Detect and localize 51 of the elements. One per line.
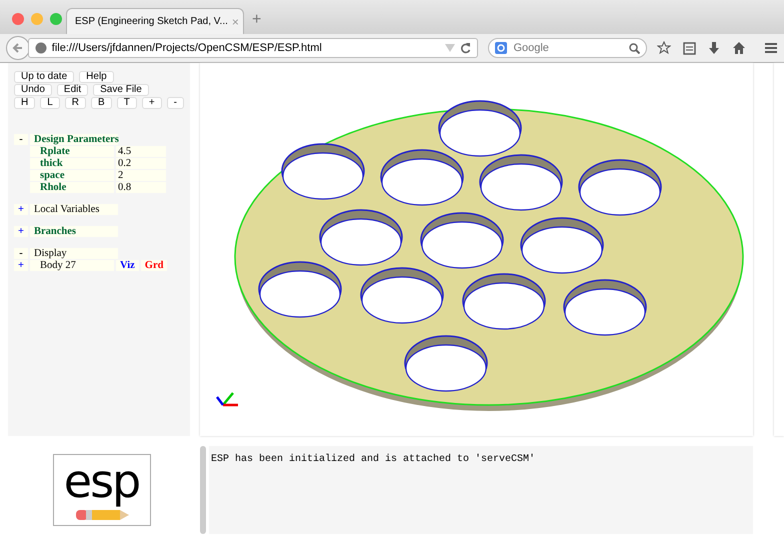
expand-toggle[interactable]: - xyxy=(14,134,28,145)
parameter-value[interactable]: 4.5 xyxy=(116,146,166,157)
toolbar-button[interactable]: R xyxy=(64,97,86,109)
toolbar-button[interactable]: Edit xyxy=(56,84,88,96)
axes-icon xyxy=(216,392,238,406)
body-name[interactable]: Body 27 xyxy=(30,260,114,271)
toolbar-button[interactable]: - xyxy=(166,97,184,109)
parameter-value[interactable]: 2 xyxy=(116,170,166,181)
expand-toggle[interactable]: + xyxy=(14,204,28,215)
back-button[interactable] xyxy=(6,36,30,60)
parameter-value[interactable]: 0.8 xyxy=(116,182,166,193)
parameter-value[interactable]: 0.2 xyxy=(116,158,166,169)
expand-toggle[interactable]: - xyxy=(14,248,28,259)
search-input[interactable]: Google xyxy=(511,41,625,55)
section-header[interactable]: Design Parameters xyxy=(30,134,118,145)
download-icon[interactable] xyxy=(708,41,720,55)
status-message: ESP has been initialized and is attached to 'serveCSM' xyxy=(209,446,753,534)
search-engine-icon[interactable] xyxy=(495,42,508,54)
clipboard-icon[interactable] xyxy=(683,41,696,55)
home-icon[interactable] xyxy=(732,41,746,55)
reload-icon[interactable] xyxy=(460,42,472,54)
3d-viewport[interactable] xyxy=(200,63,753,436)
toolbar-button[interactable]: Undo xyxy=(14,84,52,96)
parameter-name[interactable]: thick xyxy=(30,158,114,169)
parameter-name[interactable]: Rplate xyxy=(30,146,114,157)
expand-toggle[interactable]: + xyxy=(14,226,28,237)
globe-icon xyxy=(34,42,47,54)
display-toggle[interactable]: Viz xyxy=(116,260,139,271)
display-toggle[interactable]: Grd xyxy=(140,260,168,271)
toolbar-button[interactable]: L xyxy=(40,97,60,109)
address-bar[interactable]: file:///Users/jfdannen/Projects/OpenCSM/ESP/ESP.html xyxy=(28,38,478,58)
menu-icon[interactable] xyxy=(764,41,778,55)
section-header[interactable]: Display xyxy=(30,248,118,259)
toolbar-button[interactable]: H xyxy=(14,97,36,109)
toolbar-button[interactable]: Save File xyxy=(93,84,149,96)
toolbar-button[interactable]: Help xyxy=(79,71,114,83)
search-box[interactable]: Google xyxy=(488,38,647,58)
browser-tab[interactable]: ESP (Engineering Sketch Pad, V... × xyxy=(66,8,244,34)
back-arrow-icon[interactable] xyxy=(12,42,24,54)
logo-text: esp xyxy=(64,456,140,506)
expand-toggle[interactable]: + xyxy=(14,260,28,271)
toolbar-button[interactable]: B xyxy=(91,97,112,109)
toolbar-button[interactable]: + xyxy=(142,97,162,109)
search-icon[interactable] xyxy=(629,42,640,54)
star-icon[interactable] xyxy=(657,41,671,55)
parameter-name[interactable]: Rhole xyxy=(30,182,114,193)
parameter-name[interactable]: space xyxy=(30,170,114,181)
section-header[interactable]: Local Variables xyxy=(30,204,118,215)
toolbar-button[interactable]: Up to date xyxy=(14,71,74,83)
toolbar-button[interactable]: T xyxy=(116,97,137,109)
section-header[interactable]: Branches xyxy=(30,226,118,237)
